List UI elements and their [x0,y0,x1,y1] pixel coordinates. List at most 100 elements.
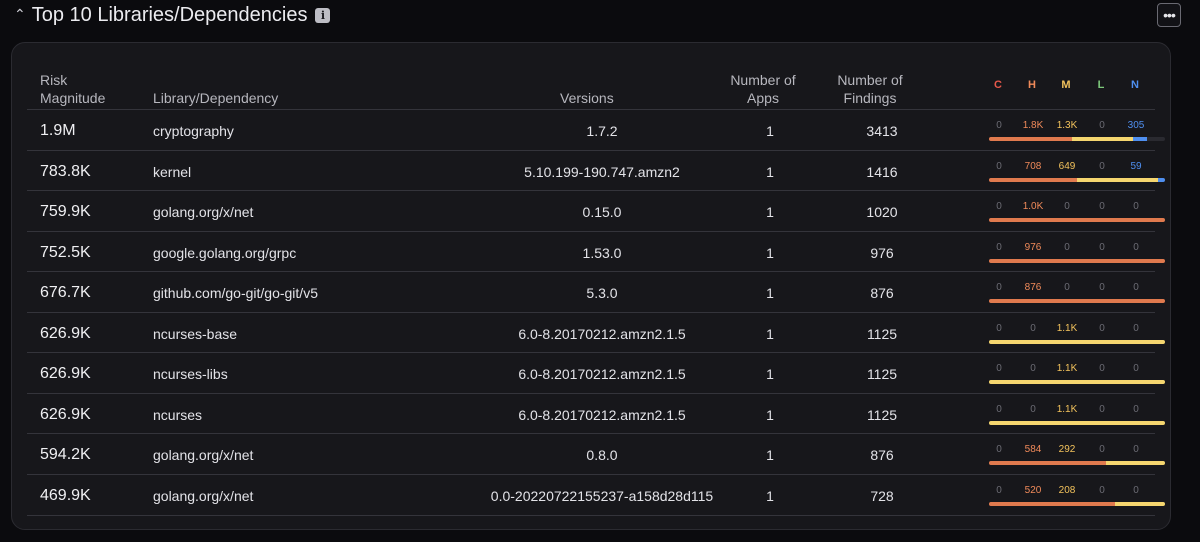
severity-count-h: 0 [1030,322,1036,334]
risk-magnitude-cell: 469.9K [40,486,91,504]
severity-count-n: 305 [1127,120,1145,131]
severity-bar-segment-m [1077,177,1158,182]
severity-count-l: 0 [1099,282,1105,293]
apps-count-cell: 1 [766,285,774,301]
severity-count-c: 0 [996,322,1002,334]
table-row[interactable]: 1.9M cryptography 1.7.2 1 3413 0 1.8K 1.3K 0 305 [27,109,1165,150]
severity-bar-segment-h [989,258,1165,263]
severity-distribution-bar [989,258,1165,263]
table-row[interactable]: 626.9K ncurses 6.0-8.20170212.amzn2.1.5 1 11… [27,392,1165,434]
severity-count-n: 0 [1133,484,1139,496]
severity-count-n: 0 [1133,322,1139,334]
table-row[interactable]: 626.9K ncurses-libs 6.0-8.20170212.amzn2.1… [27,352,1165,393]
severity-count-m: 292 [1058,444,1076,455]
severity-count-c: 0 [996,444,1002,455]
severity-bar-segment-m [1071,137,1134,141]
version-cell: 6.0-8.20170212.amzn2.1.5 [518,325,686,342]
severity-count-l: 0 [1099,403,1105,415]
severity-count-n: 0 [1133,444,1139,455]
library-name-cell[interactable]: ncurses [153,407,202,423]
severity-count-n: 59 [1130,160,1142,172]
severity-count-l: 0 [1099,241,1105,253]
severity-bar-segment-m [989,420,1165,425]
severity-count-m: 1.1K [1056,322,1078,334]
header-versions[interactable]: Versions [560,89,614,107]
severity-bar-segment-h [989,177,1077,182]
table-row[interactable]: 594.2K golang.org/x/net 0.8.0 1 876 0 584 292 0 0 [27,433,1165,474]
severity-count-h: 0 [1030,363,1036,374]
header-number-of-apps[interactable]: Number of Apps [723,71,803,107]
apps-count-cell: 1 [766,366,774,382]
severity-count-h: 1.0K [1022,201,1044,212]
header-severity-none: N [1131,79,1139,91]
header-number-of-findings[interactable]: Number of Findings [830,71,910,107]
section-header: ⌃ Top 10 Libraries/Dependencies i [14,0,331,30]
risk-magnitude-cell: 626.9K [40,405,91,423]
table-row[interactable]: 626.9K ncurses-base 6.0-8.20170212.amzn2.1… [27,311,1165,353]
header-risk-line2: Magnitude [40,90,106,106]
severity-count-c: 0 [996,363,1002,374]
severity-count-c: 0 [996,160,1002,172]
table-row[interactable]: 469.9K golang.org/x/net 0.0-20220722155237… [27,473,1165,516]
severity-count-h: 976 [1024,241,1042,253]
info-icon[interactable]: i [315,7,331,23]
apps-count-cell: 1 [766,406,774,423]
severity-count-c: 0 [996,403,1002,415]
severity-count-h: 876 [1024,282,1042,293]
severity-distribution-bar [989,339,1165,344]
severity-bar-segment-n [1133,137,1148,141]
version-cell: 6.0-8.20170212.amzn2.1.5 [518,406,686,423]
findings-count-cell: 876 [870,285,894,301]
severity-bar-segment-m [989,339,1165,344]
severity-count-h: 708 [1024,160,1042,172]
library-name-cell[interactable]: cryptography [153,123,234,139]
table-row[interactable]: 752.5K google.golang.org/grpc 1.53.0 1 976 0 9… [27,230,1165,272]
header-risk-line1: Risk [40,72,68,88]
version-cell: 5.10.199-190.747.amzn2 [524,163,680,180]
severity-bar-segment-n [1157,177,1165,182]
version-cell: 6.0-8.20170212.amzn2.1.5 [518,366,686,382]
severity-count-n: 0 [1133,403,1139,415]
severity-count-m: 0 [1064,241,1070,253]
library-name-cell[interactable]: github.com/go-git/go-git/v5 [153,285,318,301]
severity-count-n: 0 [1133,363,1139,374]
severity-count-h: 0 [1030,403,1036,415]
severity-bar-segment-m [1106,461,1165,465]
library-name-cell[interactable]: golang.org/x/net [153,447,253,463]
library-name-cell[interactable]: golang.org/x/net [153,204,253,220]
header-library[interactable]: Library/Dependency [153,89,278,107]
apps-count-cell: 1 [766,204,774,220]
chevron-up-icon[interactable]: ⌃ [14,6,26,23]
risk-magnitude-cell: 752.5K [40,243,91,261]
severity-count-n: 0 [1133,241,1139,253]
table-row[interactable]: 676.7K github.com/go-git/go-git/v5 5.3.0 1 8… [27,271,1165,312]
findings-count-cell: 976 [870,244,894,261]
risk-magnitude-cell: 759.9K [40,203,91,220]
library-name-cell[interactable]: ncurses-base [153,326,237,342]
apps-count-cell: 1 [766,244,774,261]
version-cell: 0.15.0 [582,204,622,220]
library-name-cell[interactable]: golang.org/x/net [153,488,253,504]
library-name-cell[interactable]: kernel [153,164,191,180]
findings-count-cell: 1125 [866,406,898,423]
library-name-cell[interactable]: ncurses-libs [153,366,228,382]
severity-distribution-bar [989,420,1165,425]
table-row[interactable]: 783.8K kernel 5.10.199-190.747.amzn2 1 1416 0… [27,149,1165,191]
header-risk-magnitude[interactable]: Risk Magnitude [40,71,105,107]
findings-count-cell: 728 [870,487,894,504]
severity-count-c: 0 [996,282,1002,293]
risk-magnitude-cell: 626.9K [40,365,91,382]
findings-count-cell: 1416 [866,163,898,180]
severity-distribution-bar [989,380,1165,384]
table-header: Risk Magnitude Library/Dependency Versio… [12,69,1170,109]
risk-magnitude-cell: 676.7K [40,284,91,301]
severity-bar-segment-h [989,461,1107,465]
table-row[interactable]: 759.9K golang.org/x/net 0.15.0 1 1020 0 1.0K 0 0… [27,190,1165,231]
header-apps-line2: Apps [747,90,779,106]
library-name-cell[interactable]: google.golang.org/grpc [153,245,296,261]
more-options-button[interactable]: ••• [1157,3,1181,27]
header-severity-high: H [1028,79,1036,91]
severity-count-c: 0 [996,484,1002,496]
section-title: Top 10 Libraries/Dependencies [31,3,308,26]
severity-distribution-bar [989,501,1165,506]
